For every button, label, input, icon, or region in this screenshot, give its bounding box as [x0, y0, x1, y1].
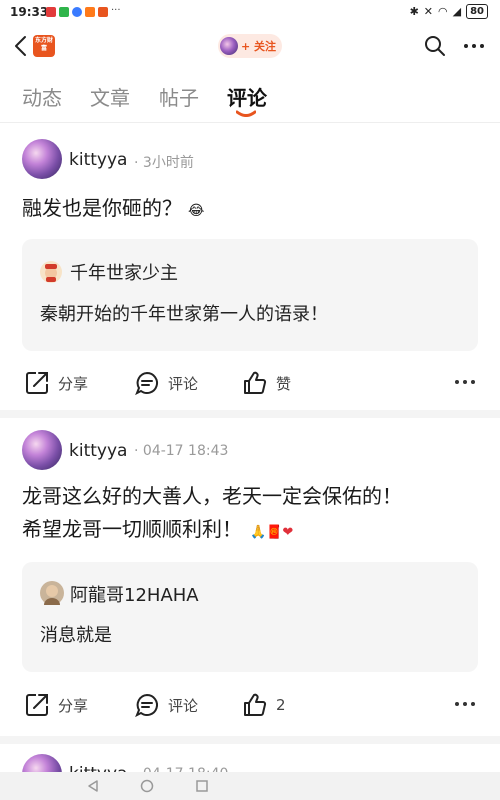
status-right: ✱ ✕ ◠ ◢ 80: [410, 4, 488, 19]
comment-icon: [135, 693, 158, 718]
comment-text: 龙哥这么好的大善人，老天一定会保佑的！ 希望龙哥一切顺顺利利！ 🙏🧧❤: [22, 480, 402, 549]
app-notification-icon: [72, 7, 82, 17]
comment-line: 龙哥这么好的大善人，老天一定会保佑的！: [22, 484, 402, 508]
signal-icon: ◢: [452, 5, 462, 18]
username[interactable]: kittyya: [69, 150, 127, 170]
laugh-cry-emoji-icon: 😂: [188, 203, 205, 219]
app-logo: 东方财富: [33, 35, 55, 57]
post-separator: [0, 410, 500, 418]
quoted-post[interactable]: 阿龍哥12HAHA 消息就是: [22, 562, 478, 672]
system-navigation-bar: [0, 772, 500, 800]
fortune-god-icon: [45, 264, 57, 282]
follow-label: + 关注: [241, 40, 277, 53]
more-notifications-icon: ···: [111, 5, 121, 16]
comment-label: 评论: [168, 696, 199, 715]
app-notification-icon: [46, 7, 56, 17]
more-options-icon[interactable]: [453, 377, 477, 387]
comment-text: 融发也是你砸的？ 😂: [22, 192, 204, 228]
notification-icons: ···: [46, 5, 121, 17]
avatar[interactable]: [22, 430, 62, 470]
post-separator: [0, 736, 500, 744]
thumbs-up-icon: [244, 371, 267, 394]
share-button[interactable]: 分享: [24, 370, 88, 396]
share-label: 分享: [58, 374, 89, 393]
comment-button[interactable]: 评论: [134, 370, 198, 396]
quote-author[interactable]: 千年世家少主: [70, 259, 178, 285]
monk-avatar-icon: [44, 585, 60, 605]
like-button[interactable]: 赞: [242, 370, 291, 396]
back-arrow-icon[interactable]: [10, 32, 34, 60]
timestamp-text: 04-17 18:43: [142, 443, 229, 459]
share-icon: [26, 372, 48, 394]
comment-label: 评论: [168, 374, 199, 393]
quote-author[interactable]: 阿龍哥12HAHA: [70, 581, 199, 607]
comment-card[interactable]: kittyya · 04-17 18:43 龙哥这么好的大善人，老天一定会保佑的…: [0, 418, 500, 738]
bluetooth-icon: ✱: [409, 5, 419, 18]
battery-icon: 80: [466, 4, 488, 19]
mute-icon: ✕: [423, 5, 433, 18]
comment-button[interactable]: 评论: [134, 692, 198, 718]
wifi-icon: ◠: [438, 5, 448, 18]
share-button[interactable]: 分享: [24, 692, 88, 718]
comment-card[interactable]: kittyya · 04-17 18:40: [0, 744, 500, 774]
quote-author-avatar: [40, 261, 62, 283]
pray-envelope-heart-emoji-icon: 🙏🧧❤: [250, 525, 294, 540]
like-count: 2: [276, 696, 286, 714]
username[interactable]: kittyya: [69, 441, 127, 461]
timestamp-text: 3小时前: [142, 155, 194, 171]
status-bar: 19:33 ··· ✱ ✕ ◠ ◢ 80: [0, 0, 500, 26]
top-bar: 东方财富 + 关注: [0, 26, 500, 66]
comment-line: 融发也是你砸的？: [22, 196, 182, 220]
nav-home-icon[interactable]: [140, 779, 154, 793]
thumbs-up-icon: [244, 693, 267, 716]
comment-card[interactable]: kittyya · 3小时前 融发也是你砸的？ 😂 千年世家少主 秦朝开始的千年世…: [0, 123, 500, 408]
avatar: [220, 37, 238, 55]
comment-actions: 分享 评论 赞: [0, 362, 500, 402]
nav-recents-icon[interactable]: [195, 779, 209, 793]
more-options-icon[interactable]: [453, 699, 477, 709]
search-icon[interactable]: [423, 34, 447, 58]
avatar[interactable]: [22, 139, 62, 179]
quote-author-avatar: [40, 581, 64, 605]
quote-text: 秦朝开始的千年世家第一人的语录！: [40, 304, 328, 325]
like-button[interactable]: 2: [242, 692, 286, 718]
follow-button[interactable]: + 关注: [218, 34, 282, 58]
comment-icon: [135, 371, 158, 396]
status-time: 19:33: [10, 5, 49, 19]
like-label: 赞: [276, 374, 292, 393]
wechat-notification-icon: [59, 7, 69, 17]
app-notification-icon: [98, 7, 108, 17]
tab-comments[interactable]: 评论: [227, 82, 267, 111]
more-options-icon[interactable]: [462, 36, 486, 56]
nav-back-icon[interactable]: [86, 779, 100, 793]
comment-line: 希望龙哥一切顺顺利利！: [22, 517, 242, 541]
comment-actions: 分享 评论 2: [0, 684, 500, 724]
timestamp: · 04-17 18:43: [134, 443, 229, 459]
app-notification-icon: [85, 7, 95, 17]
quoted-post[interactable]: 千年世家少主 秦朝开始的千年世家第一人的语录！: [22, 239, 478, 351]
share-label: 分享: [58, 696, 89, 715]
timestamp: · 3小时前: [134, 155, 194, 171]
profile-tabs: 动态 文章 帖子 评论: [0, 70, 500, 122]
avatar[interactable]: [22, 754, 62, 774]
tab-dynamics[interactable]: 动态: [22, 82, 62, 111]
tab-posts[interactable]: 帖子: [159, 82, 199, 111]
quote-text: 消息就是: [40, 625, 112, 646]
tab-articles[interactable]: 文章: [90, 82, 130, 111]
share-icon: [26, 694, 48, 716]
active-tab-indicator: [236, 110, 256, 117]
